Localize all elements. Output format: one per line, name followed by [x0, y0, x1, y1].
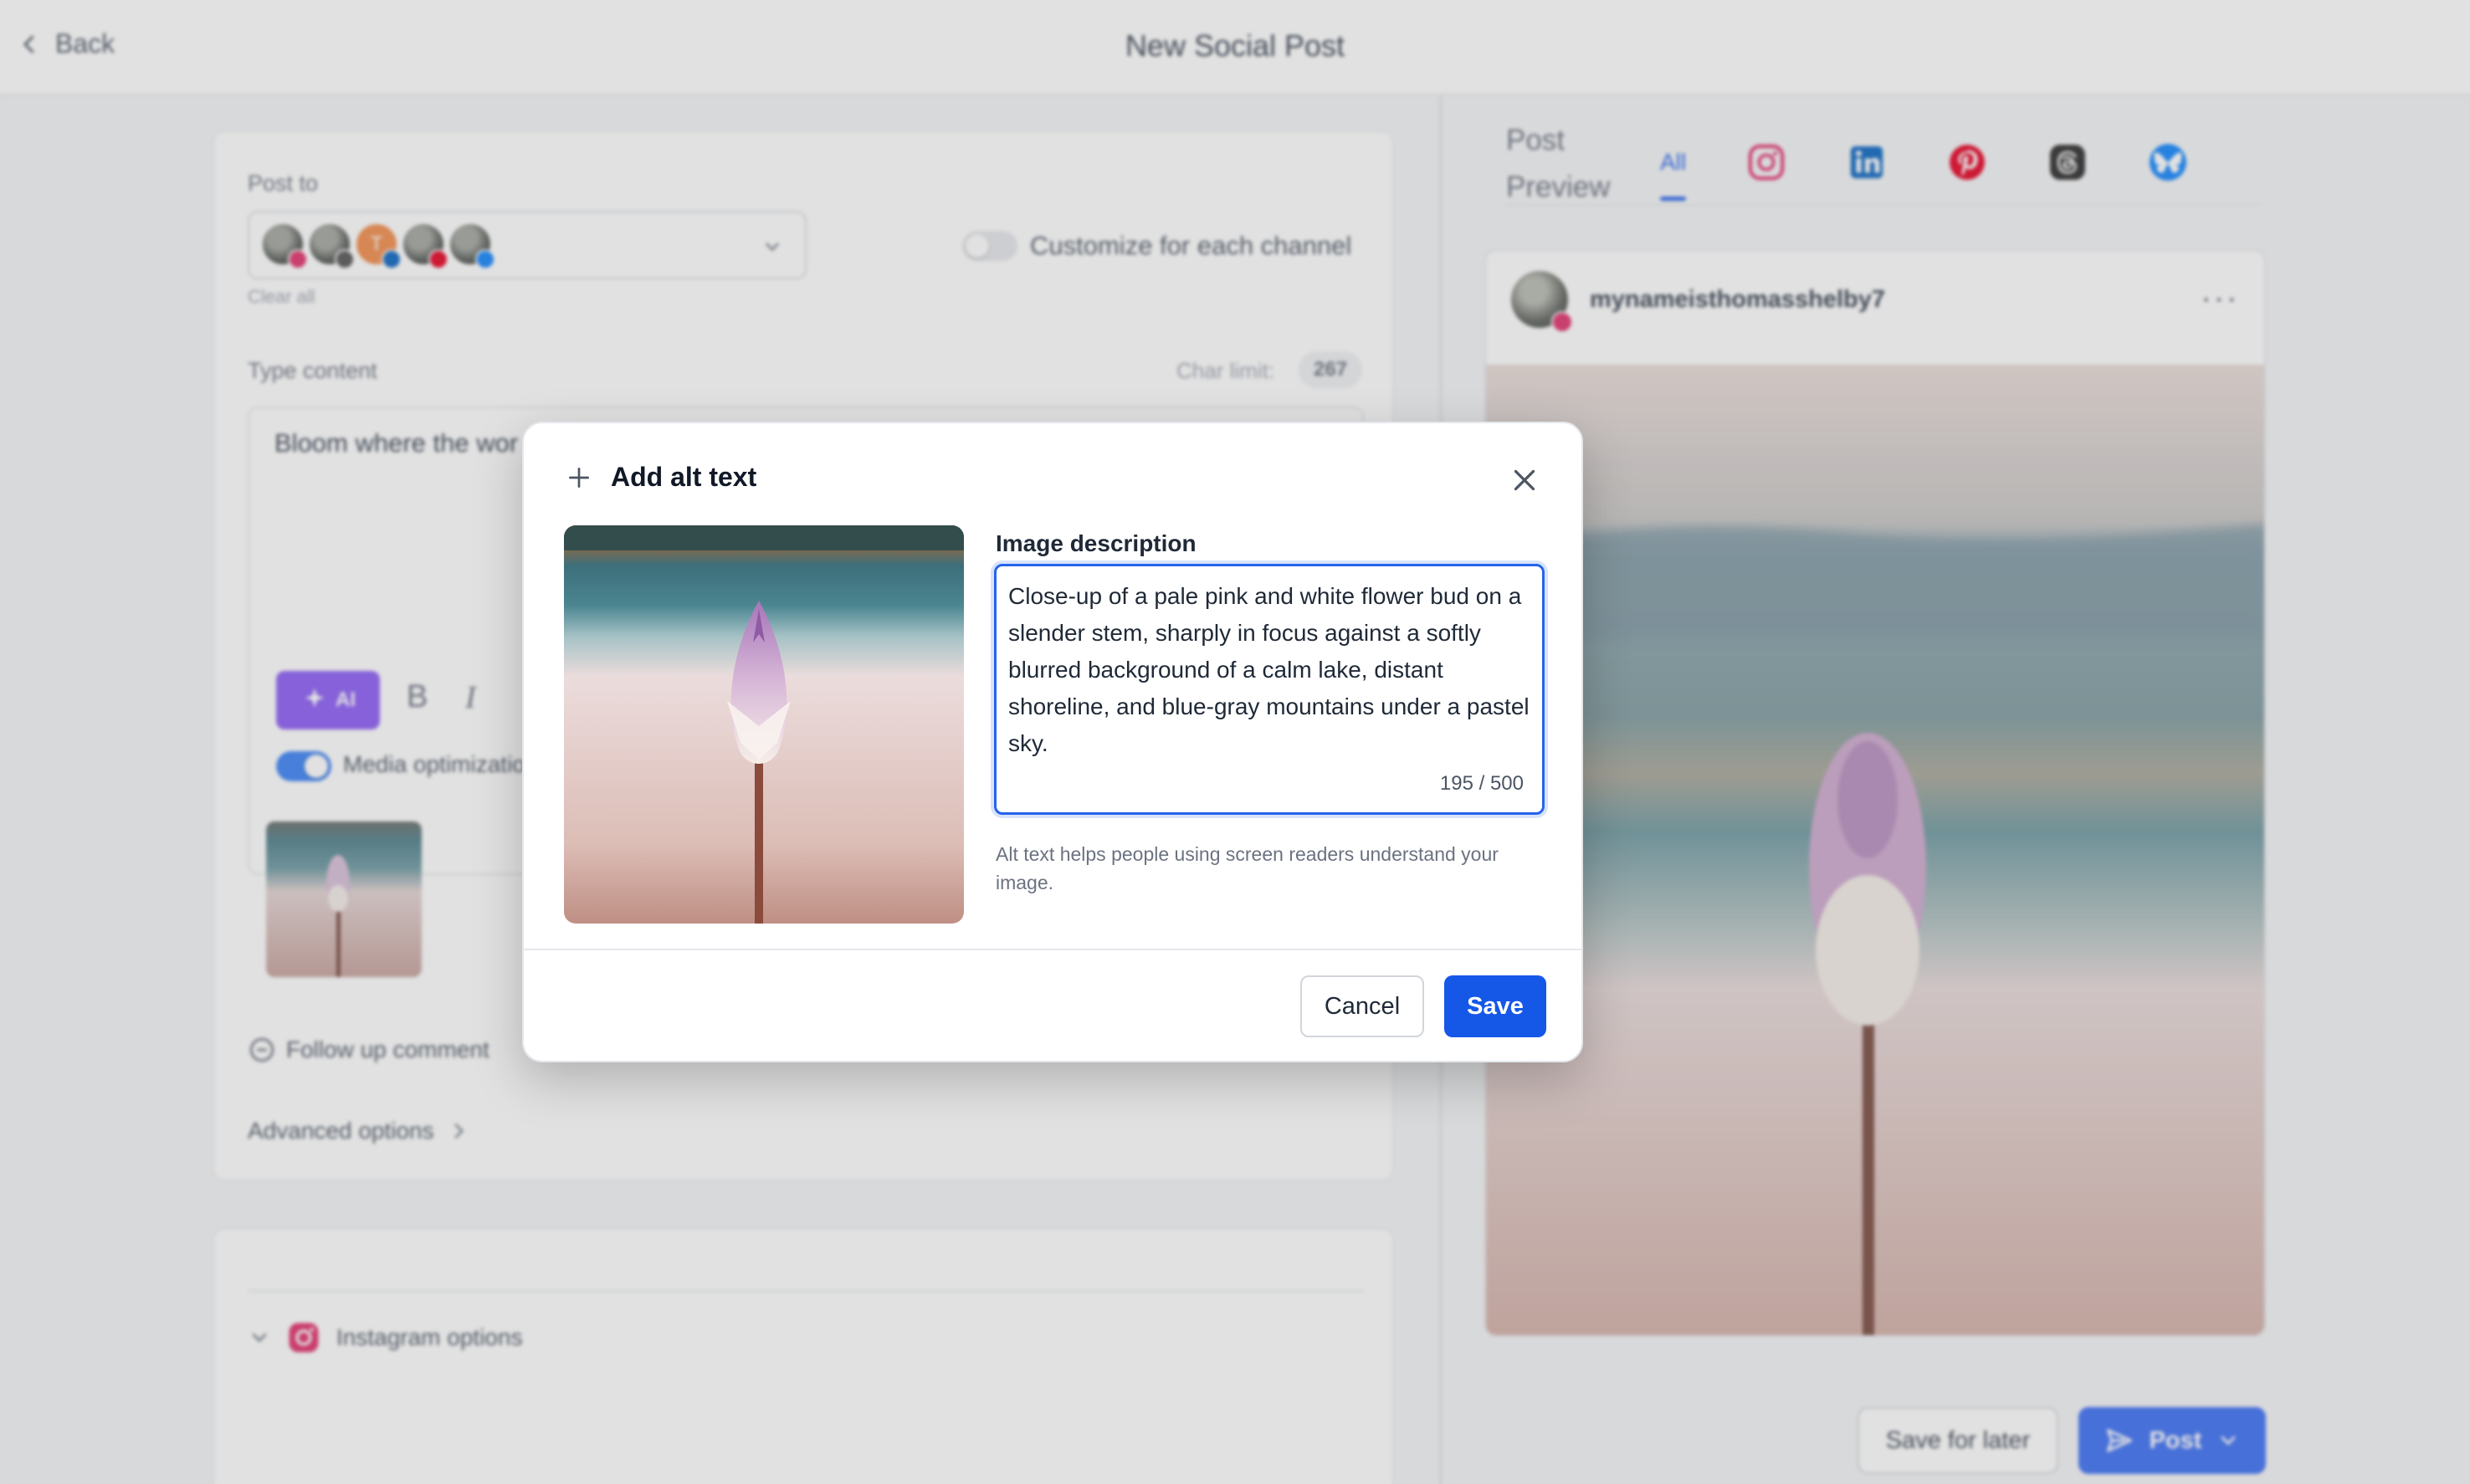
cancel-button[interactable]: Cancel [1300, 975, 1424, 1037]
alt-text-modal: Add alt text Image description Close-up … [522, 422, 1583, 1062]
help-text: Alt text helps people using screen reade… [996, 843, 1499, 893]
save-button[interactable]: Save [1444, 975, 1546, 1037]
modal-title: Add alt text [611, 462, 757, 492]
close-icon[interactable] [1509, 465, 1540, 495]
plus-icon [569, 467, 589, 488]
character-counter: 195 / 500 [1439, 772, 1524, 795]
image-description-label: Image description [996, 530, 1197, 556]
image-description-textarea[interactable]: Close-up of a pale pink and white flower… [994, 564, 1545, 815]
alt-text-value: Close-up of a pale pink and white flower… [1008, 583, 1536, 756]
modal-header: Add alt text [566, 462, 756, 493]
image-preview [564, 525, 964, 924]
flower-image [564, 525, 964, 924]
modal-divider [524, 949, 1581, 950]
